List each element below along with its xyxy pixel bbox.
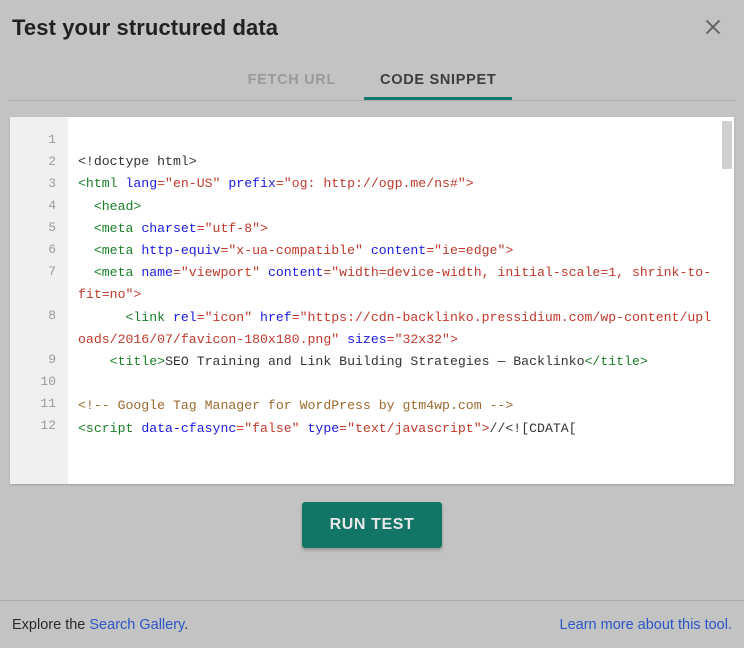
code-scrollbar[interactable] — [720, 117, 734, 484]
code-token-val: ="x-ua-compatible" — [220, 243, 371, 259]
code-token-attr: data-cfasync — [141, 420, 237, 436]
line-number: 8 — [48, 308, 56, 323]
code-token-tag: </title> — [584, 354, 648, 370]
line-number: 1 — [48, 132, 56, 147]
line-number: 10 — [40, 374, 56, 389]
footer-explore-suffix: . — [184, 617, 189, 633]
tab-fetch-url[interactable]: FETCH URL — [226, 71, 358, 100]
dialog-footer: Explore the Search Gallery. Learn more a… — [0, 600, 744, 648]
code-token-val: ="en-US" — [157, 176, 229, 192]
line-number: 9 — [48, 352, 56, 367]
code-token-attr: content — [267, 265, 324, 281]
code-token-plain: //<![CDATA[ — [489, 420, 577, 436]
code-token-attr: charset — [141, 220, 197, 236]
tab-code-snippet[interactable]: CODE SNIPPET — [358, 71, 518, 100]
code-token-plain: <!doctype html> — [78, 154, 197, 170]
footer-learn-more: Learn more about this tool. — [560, 615, 733, 635]
learn-more-link[interactable]: Learn more about this tool. — [560, 617, 733, 633]
code-token-tag: <link — [78, 309, 173, 325]
code-token-val: ="false" — [236, 420, 308, 436]
code-token-tag: <script — [78, 420, 142, 436]
code-token-attr: http-equiv — [141, 243, 221, 259]
code-token-tag: <title> — [78, 354, 166, 370]
code-token-val: ="32x32"> — [386, 331, 458, 347]
footer-explore-prefix: Explore the — [12, 617, 90, 633]
line-number-gutter: 1 2 3 4 5 6 7 8 9 10 11 12 — [10, 117, 68, 484]
code-line: <meta charset="utf-8"> — [78, 218, 716, 240]
close-icon — [703, 17, 723, 37]
code-token-val: ="text/javascript"> — [339, 420, 490, 436]
code-token-attr: content — [370, 243, 427, 259]
code-editor-panel[interactable]: 1 2 3 4 5 6 7 8 9 10 11 12 <!doctype html> <html lan… — [10, 117, 734, 484]
code-token-val: ="utf-8"> — [196, 220, 268, 236]
code-token-attr: prefix — [228, 176, 276, 192]
code-token-tag: <meta — [78, 220, 142, 236]
line-number: 2 — [48, 154, 56, 169]
code-token-attr: sizes — [347, 331, 387, 347]
code-token-attr: lang — [125, 176, 158, 192]
code-scrollbar-thumb[interactable] — [722, 121, 732, 169]
code-line: <meta name="viewport" content="width=dev… — [78, 262, 716, 306]
code-line: <html lang="en-US" prefix="og: http://og… — [78, 173, 716, 195]
code-token-tag: <html — [78, 176, 126, 192]
tab-divider — [8, 100, 736, 101]
line-number: 12 — [40, 418, 56, 433]
run-test-button[interactable]: RUN TEST — [301, 502, 443, 548]
code-token-attr: type — [307, 420, 340, 436]
code-token-attr: name — [141, 265, 173, 281]
line-number: 11 — [40, 396, 56, 411]
code-line: <link rel="icon" href="https://cdn-backl… — [78, 307, 716, 351]
line-number: 3 — [48, 176, 56, 191]
code-token-val: ="ie=edge"> — [426, 243, 514, 259]
line-number: 5 — [48, 220, 56, 235]
close-button[interactable] — [698, 12, 728, 42]
code-content[interactable]: <!doctype html> <html lang="en-US" prefix… — [68, 117, 734, 484]
code-line: <title>SEO Training and Link Building St… — [78, 351, 716, 373]
footer-explore: Explore the Search Gallery. — [12, 615, 188, 635]
code-token-tag: <meta — [78, 243, 142, 259]
line-number: 4 — [48, 198, 56, 213]
line-number: 7 — [48, 264, 56, 279]
search-gallery-link[interactable]: Search Gallery — [89, 617, 184, 633]
code-token-comment: <!-- Google Tag Manager for WordPress by… — [78, 398, 514, 414]
code-token-val: ="viewport" — [172, 265, 268, 281]
code-token-val: ="og: http://ogp.me/ns#"> — [275, 176, 474, 192]
code-line: <meta http-equiv="x-ua-compatible" conte… — [78, 240, 716, 262]
tab-bar: FETCH URL CODE SNIPPET — [0, 58, 744, 101]
code-line: <head> — [78, 196, 716, 218]
code-line: <!-- Google Tag Manager for WordPress by… — [78, 395, 716, 417]
code-token-val: ="icon" — [196, 309, 261, 325]
code-token-attr: rel — [172, 309, 197, 325]
run-test-area: RUN TEST — [0, 484, 744, 548]
code-token-tag: <head> — [78, 198, 142, 214]
structured-data-test-dialog: Test your structured data FETCH URL CODE… — [0, 0, 744, 648]
page-title: Test your structured data — [12, 15, 279, 40]
code-token-tag: <meta — [78, 265, 142, 281]
dialog-header: Test your structured data — [0, 0, 744, 42]
code-line: <!doctype html> — [78, 151, 716, 173]
line-number: 6 — [48, 242, 56, 257]
code-token-attr: href — [260, 309, 292, 325]
code-token-plain: SEO Training and Link Building Strategie… — [165, 354, 585, 370]
code-line: <script data-cfasync="false" type="text/… — [78, 418, 716, 440]
